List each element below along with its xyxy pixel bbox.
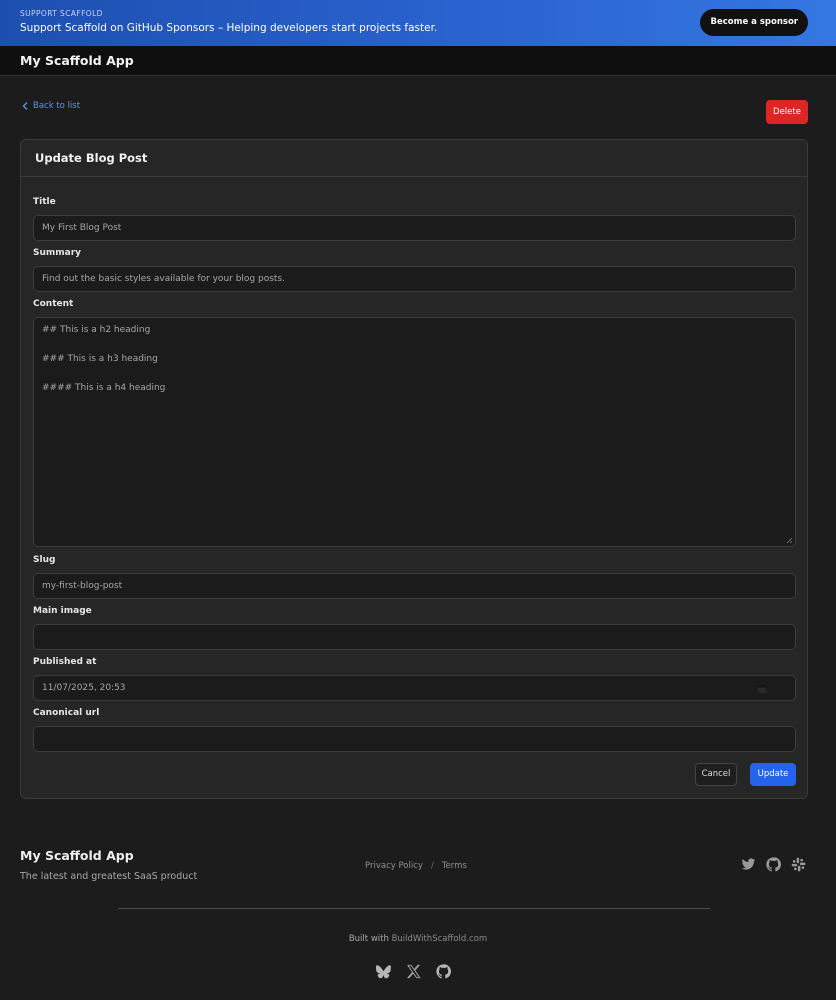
content-line: ### This is a h3 heading — [42, 354, 158, 364]
built-with-link[interactable]: BuildWithScaffold.com — [392, 934, 488, 944]
back-to-list-link[interactable]: Back to list — [22, 101, 80, 111]
title-label: Title — [33, 197, 56, 207]
calendar-icon[interactable] — [757, 684, 767, 694]
title-input[interactable]: My First Blog Post — [33, 215, 796, 241]
content-textarea[interactable]: ## This is a h2 heading ### This is a h3… — [33, 317, 796, 547]
built-with-prefix: Built with — [348, 934, 389, 944]
content-line: ## This is a h2 heading — [42, 325, 151, 335]
canonical-url-input[interactable] — [33, 726, 796, 752]
sponsor-banner: SUPPORT SCAFFOLD Support Scaffold on Git… — [0, 0, 836, 46]
main-image-input[interactable] — [33, 624, 796, 650]
bottom-social-icons — [376, 964, 451, 979]
slug-label: Slug — [33, 555, 56, 565]
main-image-label: Main image — [33, 606, 92, 616]
footer-social-icons — [741, 857, 806, 872]
github-icon[interactable] — [436, 964, 451, 979]
published-at-value: 11/07/2025, 20:53 — [42, 683, 126, 693]
twitter-icon[interactable] — [741, 857, 756, 872]
card-header: Update Blog Post — [21, 140, 807, 177]
update-post-card: Update Blog Post Title My First Blog Pos… — [20, 139, 808, 799]
cancel-button[interactable]: Cancel — [695, 763, 737, 786]
summary-input[interactable]: Find out the basic styles available for … — [33, 266, 796, 292]
chevron-left-icon — [22, 102, 28, 110]
footer-brand: My Scaffold App — [20, 848, 134, 863]
built-with-text: Built with BuildWithScaffold.com — [0, 934, 836, 944]
bluesky-icon[interactable] — [376, 964, 391, 979]
become-sponsor-button[interactable]: Become a sponsor — [700, 9, 808, 36]
banner-eyebrow: SUPPORT SCAFFOLD — [20, 9, 103, 18]
banner-text: Support Scaffold on GitHub Sponsors – He… — [20, 22, 438, 34]
content-line: #### This is a h4 heading — [42, 383, 166, 393]
github-icon[interactable] — [766, 857, 781, 872]
footer-tagline: The latest and greatest SaaS product — [20, 871, 198, 882]
footer-links: Privacy Policy / Terms — [365, 861, 467, 871]
slack-icon[interactable] — [791, 857, 806, 872]
resize-handle-icon[interactable] — [786, 537, 793, 544]
update-button[interactable]: Update — [750, 763, 796, 786]
app-brand[interactable]: My Scaffold App — [20, 53, 134, 68]
x-icon[interactable] — [406, 964, 421, 979]
published-at-label: Published at — [33, 657, 97, 667]
privacy-policy-link[interactable]: Privacy Policy — [365, 861, 423, 871]
content-label: Content — [33, 299, 74, 309]
delete-button[interactable]: Delete — [766, 100, 808, 124]
canonical-url-label: Canonical url — [33, 708, 100, 718]
published-at-input[interactable]: 11/07/2025, 20:53 — [33, 675, 796, 701]
summary-label: Summary — [33, 248, 82, 258]
terms-link[interactable]: Terms — [442, 861, 467, 871]
slug-input[interactable]: my-first-blog-post — [33, 573, 796, 599]
card-title: Update Blog Post — [35, 151, 148, 165]
back-to-list-label: Back to list — [33, 101, 81, 111]
footer-link-separator: / — [430, 861, 434, 871]
navbar: My Scaffold App — [0, 46, 836, 76]
footer-divider — [118, 908, 710, 909]
